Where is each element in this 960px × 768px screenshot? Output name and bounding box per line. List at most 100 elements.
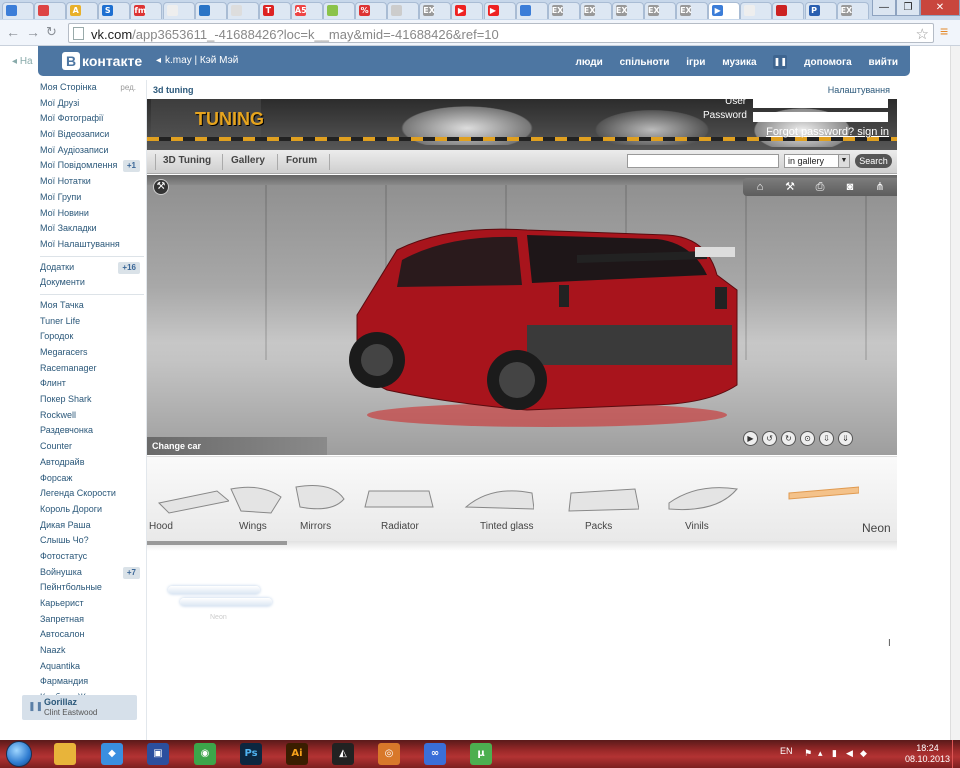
network-icon[interactable]: ▮ <box>832 748 842 758</box>
sidebar-item[interactable]: Мої Фотографії <box>40 111 144 127</box>
browser-tab[interactable] <box>387 2 420 19</box>
blender-icon[interactable]: ◎ <box>378 743 400 765</box>
minimize-button[interactable]: — <box>872 0 896 16</box>
sidebar-item[interactable]: Мої Повідомлення +1 <box>40 158 144 174</box>
sidebar-item[interactable]: Дикая Раша <box>40 518 144 534</box>
sidebar-item[interactable]: Aquantika <box>40 659 144 675</box>
browser-tab[interactable]: P <box>804 2 837 19</box>
tab-gallery[interactable]: Gallery <box>231 155 265 166</box>
browser-tab[interactable] <box>194 2 227 19</box>
browser-tab[interactable] <box>226 2 259 19</box>
part-radiator[interactable]: Radiator <box>353 457 453 541</box>
sidebar-item[interactable]: Мої Групи <box>40 190 144 206</box>
browser-tab[interactable]: A <box>66 2 99 19</box>
bookmark-star-icon[interactable]: ☆ <box>916 25 929 43</box>
rotate-left-icon[interactable]: ↺ <box>762 431 777 446</box>
show-desktop-button[interactable] <box>952 740 960 768</box>
vk-logo[interactable]: Вконтакте <box>62 52 142 70</box>
nav-people[interactable]: люди <box>576 57 603 68</box>
nav-help[interactable]: допомога <box>804 57 852 68</box>
nav-games[interactable]: ігри <box>686 57 705 68</box>
close-window-button[interactable]: ✕ <box>920 0 960 16</box>
unity-icon[interactable]: ◭ <box>332 743 354 765</box>
change-car-button[interactable]: Change car <box>147 437 327 455</box>
sidebar-item[interactable]: Фотостатус <box>40 549 144 565</box>
sidebar-item[interactable]: Tuner Life <box>40 314 144 330</box>
browser-tab[interactable]: EX <box>676 2 709 19</box>
sidebar-item[interactable]: Покер Shark <box>40 392 144 408</box>
start-button[interactable] <box>6 741 32 767</box>
nav-communities[interactable]: спільноти <box>620 57 670 68</box>
search-button[interactable]: Search <box>855 154 892 168</box>
flag-icon[interactable]: ⚑ <box>804 748 814 758</box>
3d-tuning-logo[interactable]: TUNING <box>151 99 264 150</box>
utorrent-icon[interactable]: µ <box>470 743 492 765</box>
sidebar-item[interactable]: Racemanager <box>40 361 144 377</box>
part-tinted-glass[interactable]: Tinted glass <box>452 457 552 541</box>
search-scope-select[interactable]: in gallery ▼ <box>784 154 850 168</box>
maximize-button[interactable]: ❐ <box>896 0 920 16</box>
nav-music[interactable]: музика <box>722 57 756 68</box>
sidebar-item[interactable]: Мої Новини <box>40 206 144 222</box>
volume-icon[interactable]: ◀ <box>846 748 856 758</box>
share-icon[interactable]: ⋔ <box>869 180 891 194</box>
language-indicator[interactable]: EN <box>780 746 793 756</box>
sidebar-item[interactable]: Моя Сторінка ред. <box>40 80 144 96</box>
browser-tab[interactable] <box>34 2 67 19</box>
sidebar-item[interactable]: Мої Налаштування <box>40 237 144 253</box>
chevron-up-icon[interactable]: ▴ <box>818 748 828 758</box>
sidebar-item[interactable]: Флинт <box>40 376 144 392</box>
sidebar-item[interactable]: Мої Аудіозаписи <box>40 143 144 159</box>
neon-item[interactable]: Neon <box>168 584 276 626</box>
sidebar-item[interactable]: Пейнтбольные <box>40 580 144 596</box>
browser-tab[interactable]: EX <box>611 2 644 19</box>
sidebar-item[interactable]: Документи <box>40 275 144 291</box>
infinity-icon[interactable]: ∞ <box>424 743 446 765</box>
forward-arrow-icon[interactable]: → <box>26 24 40 40</box>
browser-tab[interactable] <box>162 2 195 19</box>
part-packs[interactable]: Packs <box>557 457 657 541</box>
back-arrow-icon[interactable]: ← <box>6 24 20 40</box>
browser-tab[interactable] <box>323 2 355 19</box>
sidebar-item[interactable]: Раздевчонка <box>40 423 144 439</box>
save-icon[interactable]: ▣ <box>147 743 169 765</box>
dropbox-icon[interactable]: ◆ <box>101 743 123 765</box>
page-scrollbar[interactable] <box>950 46 960 740</box>
part-vinils[interactable]: Vinils <box>657 457 757 541</box>
browser-tab[interactable]: EX <box>836 2 869 19</box>
sidebar-item[interactable]: Megaracers <box>40 345 144 361</box>
reset-icon[interactable]: ⊙ <box>800 431 815 446</box>
sidebar-item[interactable]: Мої Закладки <box>40 221 144 237</box>
pause-icon[interactable]: ❚❚ <box>773 55 788 69</box>
sidebar-item[interactable]: Мої Нотатки <box>40 174 144 190</box>
home-icon[interactable]: ⌂ <box>749 180 771 194</box>
sidebar-item[interactable]: Rockwell <box>40 408 144 424</box>
browser-tab[interactable] <box>740 2 773 19</box>
back-link[interactable]: ◂ На <box>12 56 33 67</box>
browser-tab[interactable] <box>515 2 548 19</box>
address-bar[interactable]: vk.com/app3653611_-41688426?loc=k__may&m… <box>68 23 934 43</box>
app-title[interactable]: 3d tuning <box>153 85 194 95</box>
photoshop-icon[interactable]: Ps <box>240 743 262 765</box>
forgot-password-link[interactable]: Forgot password? <box>766 126 854 138</box>
tab-3d-tuning[interactable]: 3D Tuning <box>163 155 211 166</box>
password-input[interactable] <box>753 112 888 122</box>
chrome-icon[interactable]: ◉ <box>194 743 216 765</box>
play-icon[interactable]: ▶ <box>743 431 758 446</box>
sidebar-item[interactable]: Додатки +16 <box>40 260 144 276</box>
gallery-search-input[interactable] <box>627 154 779 168</box>
rotate-icon[interactable]: ↻ <box>781 431 796 446</box>
browser-tab[interactable]: T <box>258 2 291 19</box>
explorer-icon[interactable] <box>54 743 76 765</box>
sidebar-item[interactable]: Counter <box>40 439 144 455</box>
camera-icon[interactable]: ◙ <box>839 180 861 194</box>
3d-viewport[interactable]: ⚒ ⌂ ⚒ ⎙ ◙ ⋔ Change car ▶ ↺ ↻ ⊙ ⇩ ⇓ <box>147 175 897 455</box>
nav-logout[interactable]: вийти <box>869 57 899 68</box>
browser-tab[interactable]: EX <box>644 2 676 19</box>
illustrator-icon[interactable]: Ai <box>286 743 308 765</box>
sidebar-item[interactable]: Городок <box>40 329 144 345</box>
browser-tab[interactable]: A5 <box>290 2 323 19</box>
browser-tab[interactable]: EX <box>579 2 612 19</box>
browser-tab[interactable]: ▶ <box>483 2 516 19</box>
save-icon[interactable]: ⇩ <box>819 431 834 446</box>
